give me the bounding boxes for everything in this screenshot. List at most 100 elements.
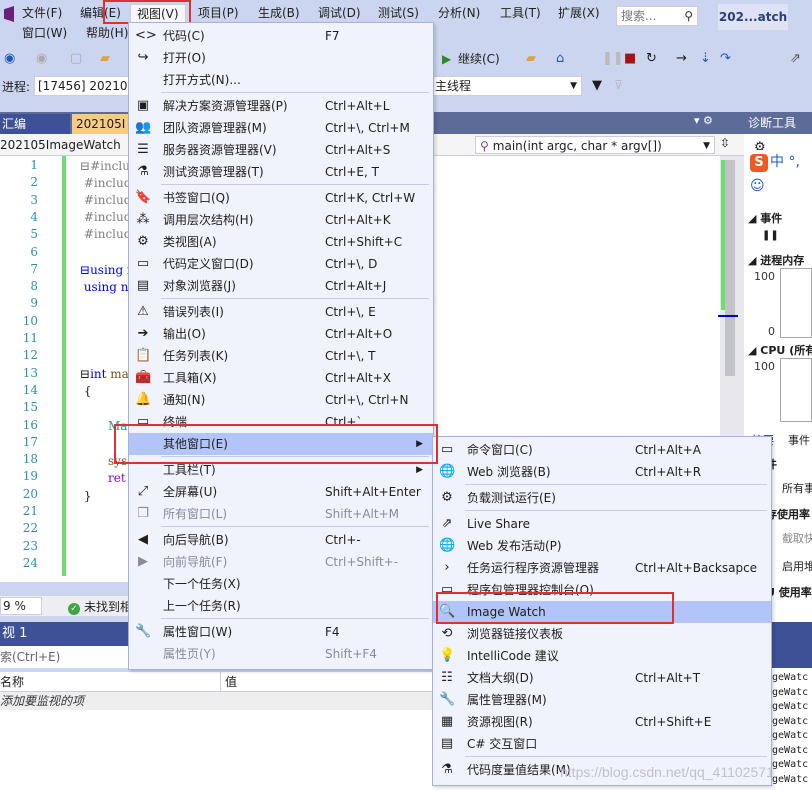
- menu-item[interactable]: 打开方式(N)...: [129, 69, 433, 91]
- continue-icon[interactable]: ▶: [442, 50, 451, 68]
- filter-clear-icon[interactable]: ⊽: [614, 78, 623, 92]
- menu-view[interactable]: 视图(V): [130, 4, 186, 22]
- zoom-level-select[interactable]: 9 %: [0, 597, 42, 615]
- menu-item[interactable]: <> 代码(C) F7: [129, 25, 433, 47]
- menu-debug[interactable]: 调试(D): [312, 4, 367, 22]
- summary-row[interactable]: 启用堆: [782, 558, 812, 574]
- summary-row[interactable]: 所有事: [782, 480, 812, 496]
- menu-extensions[interactable]: 扩展(X): [552, 4, 606, 22]
- tab-source[interactable]: 202105I: [72, 114, 132, 134]
- menu-item[interactable]: ▤ C# 交互窗口: [433, 733, 771, 755]
- menu-item[interactable]: 🔍 Image Watch: [433, 601, 771, 623]
- share-icon[interactable]: ⇗: [790, 50, 801, 68]
- menu-item[interactable]: 上一个任务(R): [129, 595, 433, 617]
- show-next-statement-icon[interactable]: →: [676, 50, 687, 68]
- menu-item[interactable]: 工具栏(T) ▶: [129, 459, 433, 481]
- menu-item[interactable]: ⚗ 测试资源管理器(T) Ctrl+E, T: [129, 161, 433, 183]
- cpu-section-header[interactable]: ◢ CPU (所有: [748, 342, 812, 358]
- summary-row[interactable]: 截取快: [782, 530, 812, 546]
- menu-tools[interactable]: 工具(T): [494, 4, 547, 22]
- menu-item[interactable]: ☰ 服务器资源管理器(V) Ctrl+Alt+S: [129, 139, 433, 161]
- menu-item[interactable]: ➔ 输出(O) Ctrl+Alt+O: [129, 323, 433, 345]
- restart-icon[interactable]: ↻: [646, 50, 657, 68]
- menu-item[interactable]: 🔧 属性窗口(W) F4: [129, 621, 433, 643]
- menu-item[interactable]: 🔖 书签窗口(Q) Ctrl+K, Ctrl+W: [129, 187, 433, 209]
- menu-item[interactable]: ▶ 向前导航(F) Ctrl+Shift+-: [129, 551, 433, 573]
- continue-button[interactable]: 继续(C): [458, 50, 500, 68]
- menu-item[interactable]: ⚙ 负载测试运行(E): [433, 487, 771, 509]
- menu-item[interactable]: ⚠ 错误列表(I) Ctrl+\, E: [129, 301, 433, 323]
- menu-item[interactable]: 👥 团队资源管理器(M) Ctrl+\, Ctrl+M: [129, 117, 433, 139]
- menu-item[interactable]: 🧰 工具箱(X) Ctrl+Alt+X: [129, 367, 433, 389]
- forward-icon[interactable]: ◉: [36, 50, 47, 68]
- menu-edit[interactable]: 编辑(E): [74, 4, 127, 22]
- tab-options-icon[interactable]: ▾ ⚙: [694, 114, 713, 127]
- filter-icon[interactable]: ▼: [592, 78, 602, 93]
- menu-analyze[interactable]: 分析(N): [432, 4, 486, 22]
- menu-item[interactable]: ❐ 所有窗口(L) Shift+Alt+M: [129, 503, 433, 525]
- memory-section-header[interactable]: ◢ 进程内存: [748, 252, 804, 268]
- column-value[interactable]: 值: [220, 672, 237, 692]
- line-number: 10: [22, 313, 38, 328]
- back-icon[interactable]: ◉: [4, 50, 15, 68]
- tab-events[interactable]: 事件: [788, 432, 810, 448]
- scrollbar-thumb[interactable]: [725, 160, 735, 376]
- ime-toolbar[interactable]: S中 °, ☺: [750, 150, 812, 194]
- menu-item[interactable]: › 任务运行程序资源管理器 Ctrl+Alt+Backsapce: [433, 557, 771, 579]
- menu-item[interactable]: ▭ 命令窗口(C) Ctrl+Alt+A: [433, 439, 771, 461]
- diagnostic-tools-title[interactable]: 诊断工具: [744, 112, 812, 134]
- menu-item[interactable]: ⚙ 类视图(A) Ctrl+Shift+C: [129, 231, 433, 253]
- split-editor-icon[interactable]: ⇳: [720, 136, 730, 150]
- pause-icon[interactable]: ❚❚: [602, 50, 624, 68]
- thread-select[interactable]: 主线程 ▼: [432, 76, 582, 96]
- pause-icon[interactable]: ❚❚: [762, 230, 779, 241]
- menu-item[interactable]: 其他窗口(E) ▶: [129, 433, 433, 455]
- menu-item[interactable]: 🔔 通知(N) Ctrl+\, Ctrl+N: [129, 389, 433, 411]
- home-icon[interactable]: ⌂: [556, 50, 564, 68]
- menu-item[interactable]: ⟲ 浏览器链接仪表板: [433, 623, 771, 645]
- menu-item-label: IntelliCode 建议: [467, 649, 559, 663]
- menu-item[interactable]: ☷ 文档大纲(D) Ctrl+Alt+T: [433, 667, 771, 689]
- tab-disassembly[interactable]: 汇编: [0, 114, 70, 134]
- menu-project[interactable]: 项目(P): [192, 4, 245, 22]
- menu-item[interactable]: 🔧 属性管理器(M): [433, 689, 771, 711]
- menu-item[interactable]: ⤢ 全屏幕(U) Shift+Alt+Enter: [129, 481, 433, 503]
- events-section-header[interactable]: ◢ 事件: [748, 210, 782, 226]
- menu-item[interactable]: 🌐 Web 发布活动(P): [433, 535, 771, 557]
- menu-item[interactable]: ⁂ 调用层次结构(H) Ctrl+Alt+K: [129, 209, 433, 231]
- menu-item[interactable]: 下一个任务(X): [129, 573, 433, 595]
- search-input[interactable]: 搜索... ⚲: [616, 6, 698, 26]
- find-in-files-icon[interactable]: ▰: [526, 50, 536, 68]
- solution-name-badge[interactable]: 202...atch: [718, 4, 788, 30]
- process-select[interactable]: [17456] 202105I: [34, 76, 130, 96]
- menu-item[interactable]: ◀ 向后导航(B) Ctrl+-: [129, 529, 433, 551]
- menu-item[interactable]: ↪ 打开(O): [129, 47, 433, 69]
- menu-item[interactable]: ▭ 代码定义窗口(D) Ctrl+\, D: [129, 253, 433, 275]
- menu-item[interactable]: ▤ 对象浏览器(J) Ctrl+Alt+J: [129, 275, 433, 297]
- project-dropdown[interactable]: 202105ImageWatch: [0, 136, 128, 154]
- step-over-icon[interactable]: ↷: [720, 50, 731, 68]
- menu-item[interactable]: ▦ 资源视图(R) Ctrl+Shift+E: [433, 711, 771, 733]
- menu-item[interactable]: ▭ 终端 Ctrl+`: [129, 411, 433, 433]
- menu-item[interactable]: 属性页(Y) Shift+F4: [129, 643, 433, 665]
- menu-item[interactable]: ▣ 解决方案资源管理器(P) Ctrl+Alt+L: [129, 95, 433, 117]
- menu-help[interactable]: 帮助(H): [80, 24, 134, 42]
- menu-item[interactable]: 🌐 Web 浏览器(B) Ctrl+Alt+R: [433, 461, 771, 483]
- new-project-icon[interactable]: ▢: [70, 50, 82, 68]
- live-share-icon: ⇗: [441, 516, 453, 531]
- menu-test[interactable]: 测试(S): [372, 4, 425, 22]
- menu-item[interactable]: ⇗ Live Share: [433, 513, 771, 535]
- menu-item[interactable]: 📋 任务列表(K) Ctrl+\, T: [129, 345, 433, 367]
- open-folder-icon[interactable]: ▰: [100, 50, 110, 68]
- column-name[interactable]: 名称: [0, 675, 24, 689]
- issues-indicator[interactable]: ✓ 未找到相: [68, 598, 132, 615]
- stop-icon[interactable]: ■: [624, 50, 636, 68]
- function-dropdown[interactable]: ⚲ main(int argc, char * argv[]) ▼: [475, 136, 715, 154]
- step-into-icon[interactable]: ⇣: [700, 50, 711, 68]
- menu-file[interactable]: 文件(F): [16, 4, 68, 22]
- menu-item[interactable]: 💡 IntelliCode 建议: [433, 645, 771, 667]
- menu-build[interactable]: 生成(B): [252, 4, 306, 22]
- menu-window[interactable]: 窗口(W): [16, 24, 73, 42]
- watermark: https://blog.csdn.net/qq_41102571: [560, 764, 774, 780]
- menu-item[interactable]: ▭ 程序包管理器控制台(O): [433, 579, 771, 601]
